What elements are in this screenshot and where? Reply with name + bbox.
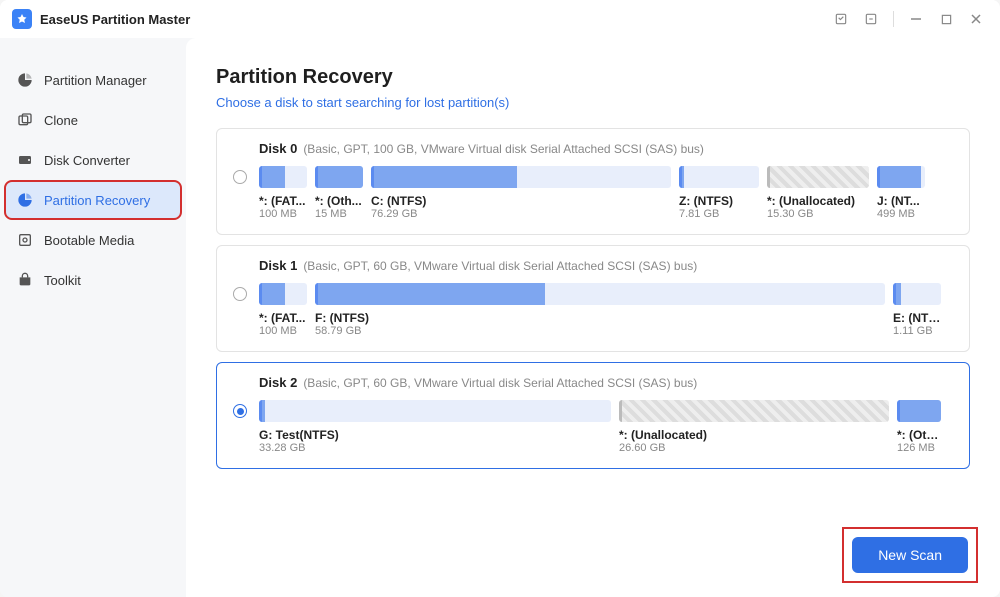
partition-label: *: (Unallocated) — [619, 428, 889, 442]
sidebar-item-partition-recovery[interactable]: Partition Recovery — [6, 182, 180, 218]
partition[interactable]: E: (NTFS)1.11 GB — [893, 283, 941, 337]
sidebar-item-label: Disk Converter — [44, 153, 130, 168]
page-subtitle: Choose a disk to start searching for los… — [216, 95, 970, 110]
partition-size: 1.11 GB — [893, 325, 941, 337]
partition-row: G: Test(NTFS)33.28 GB*: (Unallocated)26.… — [259, 400, 953, 454]
sidebar-item-partition-manager[interactable]: Partition Manager — [6, 62, 180, 98]
partition-size: 26.60 GB — [619, 442, 889, 454]
sidebar-item-disk-converter[interactable]: Disk Converter — [6, 142, 180, 178]
partition-bar — [877, 166, 925, 188]
partition-label: C: (NTFS) — [371, 194, 671, 208]
partition-bar — [315, 283, 885, 305]
disk-header: Disk 1 (Basic, GPT, 60 GB, VMware Virtual… — [233, 258, 953, 273]
partition-label: Z: (NTFS) — [679, 194, 759, 208]
recovery-icon — [16, 191, 34, 209]
sidebar-item-clone[interactable]: Clone — [6, 102, 180, 138]
usb-icon — [16, 231, 34, 249]
minimize-button[interactable] — [904, 7, 928, 31]
partition[interactable]: G: Test(NTFS)33.28 GB — [259, 400, 611, 454]
sidebar-item-label: Bootable Media — [44, 233, 134, 248]
disk-card[interactable]: Disk 2 (Basic, GPT, 60 GB, VMware Virtual… — [216, 362, 970, 469]
close-button[interactable] — [964, 7, 988, 31]
partition-row: *: (FAT...100 MBF: (NTFS)58.79 GBE: (NTF… — [259, 283, 953, 337]
sidebar-item-label: Partition Manager — [44, 73, 147, 88]
disk-name: Disk 1 — [259, 258, 297, 273]
partition[interactable]: *: (Oth...15 MB — [315, 166, 363, 220]
partition-bar — [767, 166, 869, 188]
partition-size: 58.79 GB — [315, 325, 885, 337]
partition-bar — [259, 283, 307, 305]
disk-meta: (Basic, GPT, 60 GB, VMware Virtual disk … — [303, 259, 697, 273]
partition-bar — [679, 166, 759, 188]
partition-bar — [371, 166, 671, 188]
partition[interactable]: *: (Unallocated)26.60 GB — [619, 400, 889, 454]
disk-meta: (Basic, GPT, 60 GB, VMware Virtual disk … — [303, 376, 697, 390]
partition-label: *: (FAT... — [259, 311, 307, 325]
partition[interactable]: *: (FAT...100 MB — [259, 166, 307, 220]
sidebar-item-bootable-media[interactable]: Bootable Media — [6, 222, 180, 258]
disk-meta: (Basic, GPT, 100 GB, VMware Virtual disk… — [303, 142, 704, 156]
disk-header: Disk 0 (Basic, GPT, 100 GB, VMware Virtua… — [233, 141, 953, 156]
disk-list: Disk 0 (Basic, GPT, 100 GB, VMware Virtua… — [216, 128, 970, 469]
partition-size: 126 MB — [897, 442, 941, 454]
disk-header: Disk 2 (Basic, GPT, 60 GB, VMware Virtual… — [233, 375, 953, 390]
pie-icon — [16, 71, 34, 89]
maximize-button[interactable] — [934, 7, 958, 31]
partition-label: *: (Oth... — [315, 194, 363, 208]
app-icon — [12, 9, 32, 29]
partition[interactable]: F: (NTFS)58.79 GB — [315, 283, 885, 337]
partition-label: *: (Unallocated) — [767, 194, 869, 208]
partition-label: E: (NTFS) — [893, 311, 941, 325]
sidebar: Partition Manager Clone Disk Converter P… — [0, 38, 186, 597]
partition-bar — [259, 400, 611, 422]
app-title: EaseUS Partition Master — [40, 12, 190, 27]
page-title: Partition Recovery — [216, 66, 970, 89]
sidebar-item-label: Partition Recovery — [44, 193, 150, 208]
tasks-icon[interactable] — [829, 7, 853, 31]
partition[interactable]: *: (Oth...126 MB — [897, 400, 941, 454]
partition[interactable]: *: (Unallocated)15.30 GB — [767, 166, 869, 220]
disk-radio[interactable] — [233, 287, 247, 301]
partition-size: 33.28 GB — [259, 442, 611, 454]
partition-size: 7.81 GB — [679, 208, 759, 220]
new-scan-highlight: New Scan — [844, 529, 976, 581]
disk-radio[interactable] — [233, 404, 247, 418]
partition-size: 100 MB — [259, 325, 307, 337]
partition[interactable]: Z: (NTFS)7.81 GB — [679, 166, 759, 220]
partition-label: *: (FAT... — [259, 194, 307, 208]
partition-label: F: (NTFS) — [315, 311, 885, 325]
partition-size: 15 MB — [315, 208, 363, 220]
disk-radio[interactable] — [233, 170, 247, 184]
partition-label: G: Test(NTFS) — [259, 428, 611, 442]
disk-name: Disk 2 — [259, 375, 297, 390]
partition-size: 100 MB — [259, 208, 307, 220]
disk-icon — [16, 151, 34, 169]
partition-size: 499 MB — [877, 208, 925, 220]
titlebar: EaseUS Partition Master — [0, 0, 1000, 38]
partition-label: J: (NT... — [877, 194, 925, 208]
partition-row: *: (FAT...100 MB*: (Oth...15 MBC: (NTFS)… — [259, 166, 953, 220]
partition[interactable]: J: (NT...499 MB — [877, 166, 925, 220]
main-panel: Partition Recovery Choose a disk to star… — [186, 38, 1000, 597]
partition[interactable]: C: (NTFS)76.29 GB — [371, 166, 671, 220]
partition-size: 76.29 GB — [371, 208, 671, 220]
partition-bar — [619, 400, 889, 422]
sidebar-item-label: Toolkit — [44, 273, 81, 288]
new-scan-button[interactable]: New Scan — [852, 537, 968, 573]
toolkit-icon — [16, 271, 34, 289]
partition-bar — [315, 166, 363, 188]
partition-bar — [259, 166, 307, 188]
undo-icon[interactable] — [859, 7, 883, 31]
sidebar-item-toolkit[interactable]: Toolkit — [6, 262, 180, 298]
disk-card[interactable]: Disk 0 (Basic, GPT, 100 GB, VMware Virtua… — [216, 128, 970, 235]
disk-name: Disk 0 — [259, 141, 297, 156]
partition-bar — [893, 283, 941, 305]
partition[interactable]: *: (FAT...100 MB — [259, 283, 307, 337]
partition-label: *: (Oth... — [897, 428, 941, 442]
partition-bar — [897, 400, 941, 422]
clone-icon — [16, 111, 34, 129]
sidebar-item-label: Clone — [44, 113, 78, 128]
partition-size: 15.30 GB — [767, 208, 869, 220]
disk-card[interactable]: Disk 1 (Basic, GPT, 60 GB, VMware Virtual… — [216, 245, 970, 352]
